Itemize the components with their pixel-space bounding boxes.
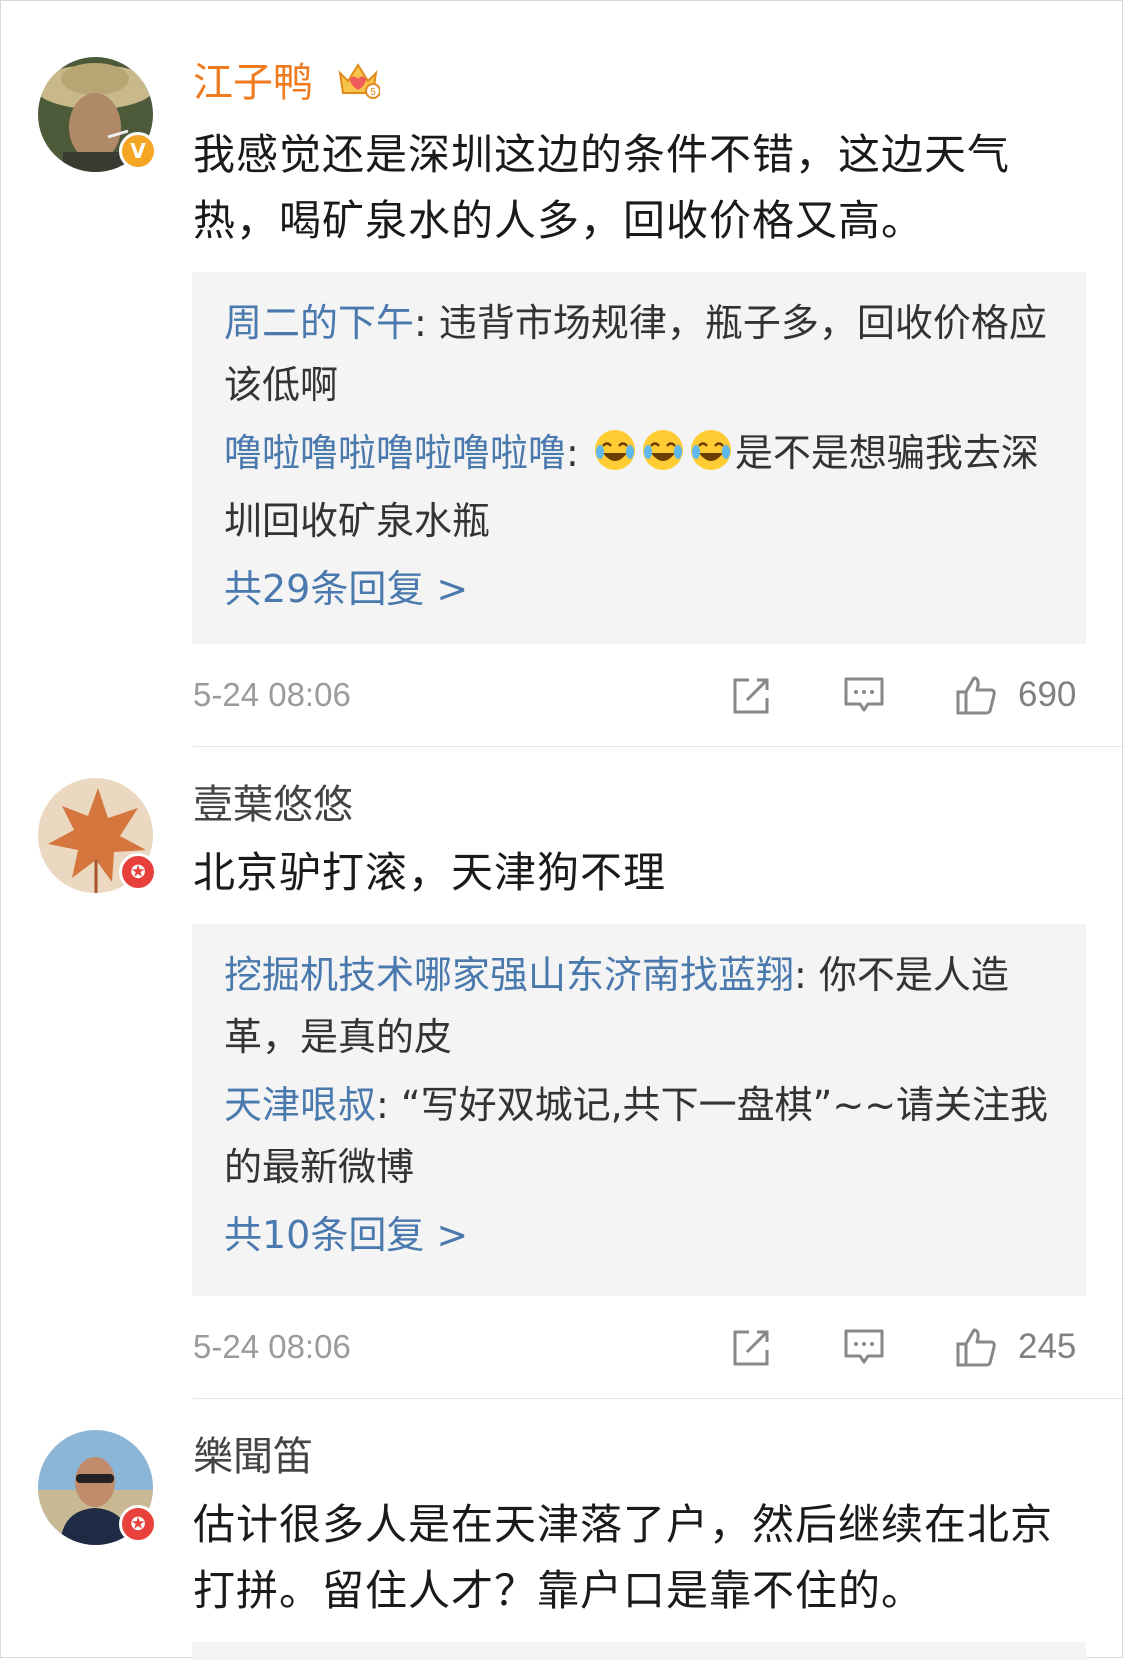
reply-username[interactable]: 噜啦噜啦噜啦噜啦噜 <box>224 431 566 475</box>
reply-username[interactable]: 周二的下午 <box>224 301 414 345</box>
like-icon[interactable] <box>955 1326 997 1368</box>
reply-box[interactable]: 挖掘机技术哪家强山东济南找蓝翔: 你不是人造革，是真的皮 天津哏叔: “写好双城… <box>192 924 1086 1296</box>
like-icon[interactable] <box>955 674 997 716</box>
laugh-cry-emoji <box>689 428 733 490</box>
like-count: 245 <box>1018 1327 1077 1366</box>
more-replies-link[interactable]: 共10条回复 > <box>224 1204 1054 1266</box>
laugh-cry-emoji <box>641 428 685 490</box>
reply-item[interactable]: 天津哏叔: “写好双城记,共下一盘棋”~~请关注我的最新微博 <box>224 1074 1054 1198</box>
timestamp: 5-24 08:06 <box>193 1328 351 1365</box>
reply-box[interactable]: 周二的下午: 违背市场规律，瓶子多，回收价格应该低啊 噜啦噜啦噜啦噜啦噜: 是不… <box>192 272 1086 644</box>
username-text[interactable]: 江子鸭 <box>193 60 313 106</box>
more-replies-link[interactable]: 共29条回复 > <box>224 558 1054 620</box>
avatar[interactable]: ✪ <box>38 1430 157 1545</box>
reply-username[interactable]: 天津哏叔 <box>224 1083 376 1127</box>
comment-meta: 5-24 08:06 245 <box>193 1322 1083 1372</box>
username[interactable]: 壹葉悠悠 <box>193 780 353 830</box>
verified-badge-icon: ✪ <box>119 1505 157 1543</box>
reply-item[interactable]: 挖掘机技术哪家强山东济南找蓝翔: 你不是人造革，是真的皮 <box>224 944 1054 1068</box>
divider <box>193 746 1125 747</box>
reply-box[interactable] <box>192 1642 1086 1660</box>
share-icon[interactable] <box>731 674 773 716</box>
verified-badge-icon: V <box>119 132 157 170</box>
avatar[interactable]: ✪ <box>38 778 157 893</box>
reply-username[interactable]: 挖掘机技术哪家强山东济南找蓝翔 <box>224 953 794 997</box>
svg-text:5: 5 <box>370 87 376 98</box>
timestamp: 5-24 08:06 <box>193 676 351 713</box>
share-icon[interactable] <box>731 1326 773 1368</box>
comment-text: 估计很多人是在天津落了户，然后继续在北京打拼。留住人才？靠户口是靠不住的。 <box>193 1500 1054 1615</box>
reply-colon: : <box>566 431 591 475</box>
avatar[interactable]: V <box>38 57 157 172</box>
vip-crown-icon: 5 <box>336 59 381 111</box>
divider <box>193 1398 1125 1399</box>
username[interactable]: 江子鸭 5 <box>193 58 381 111</box>
comment-text: 北京驴打滚，天津狗不理 <box>193 848 667 897</box>
comment-meta: 5-24 08:06 690 <box>193 670 1083 720</box>
comment-icon[interactable] <box>843 674 885 716</box>
comment-text: 我感觉还是深圳这边的条件不错，这边天气热，喝矿泉水的人多，回收价格又高。 <box>193 130 1011 245</box>
like-count: 690 <box>1018 675 1077 714</box>
comment-icon[interactable] <box>843 1326 885 1368</box>
verified-badge-icon: ✪ <box>119 853 157 891</box>
laugh-cry-emoji <box>593 428 637 490</box>
reply-item[interactable]: 周二的下午: 违背市场规律，瓶子多，回收价格应该低啊 <box>224 292 1054 416</box>
reply-item[interactable]: 噜啦噜啦噜啦噜啦噜: 是不是想骗我去深圳回收矿泉水瓶 <box>224 422 1054 552</box>
username[interactable]: 樂聞笛 <box>193 1432 313 1482</box>
